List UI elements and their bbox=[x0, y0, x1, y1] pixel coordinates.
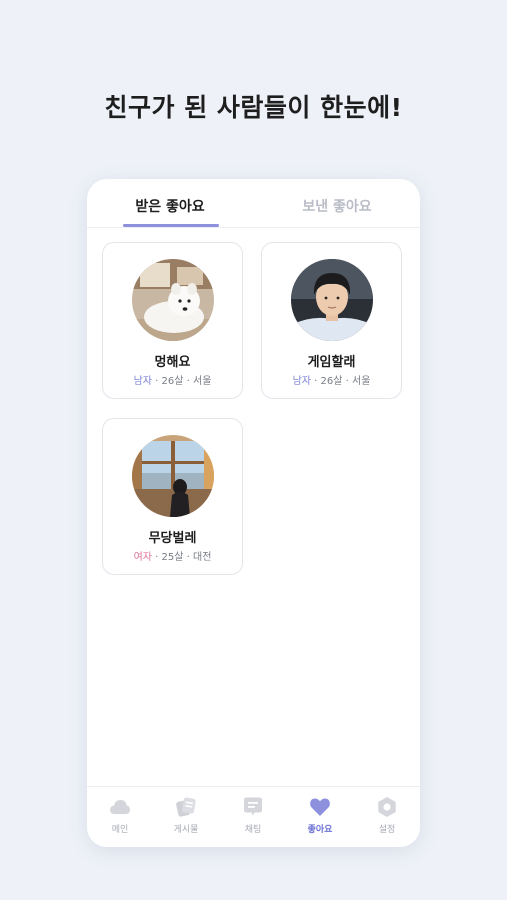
profile-meta: 여자 · 25살 · 대전 bbox=[103, 548, 242, 563]
tab-sent-likes[interactable]: 보낸 좋아요 bbox=[267, 196, 407, 216]
profile-age: 26살 bbox=[320, 376, 343, 387]
nav-label: 설정 bbox=[378, 825, 396, 835]
profile-city: 서울 bbox=[193, 376, 212, 387]
profile-gender: 여자 bbox=[133, 552, 152, 563]
like-tabs: 받은 좋아요 보낸 좋아요 bbox=[87, 179, 420, 228]
nav-item-chat[interactable]: 채팅 bbox=[228, 795, 278, 835]
profile-name: 무당벌레 bbox=[148, 531, 197, 546]
hexagon-settings-icon bbox=[378, 797, 396, 817]
profile-meta: 남자 · 26살 · 서울 bbox=[103, 372, 242, 387]
phone-frame: 받은 좋아요 보낸 좋아요 멍해요 남자 · 26살 · 서울 게임할래 남자 … bbox=[87, 179, 420, 847]
profile-meta: 남자 · 26살 · 서울 bbox=[262, 372, 401, 387]
profile-card[interactable]: 무당벌레 여자 · 25살 · 대전 bbox=[102, 418, 243, 575]
bottom-nav: 메인 게시물 채팅 좋아요 설정 bbox=[87, 786, 420, 847]
meta-separator: · bbox=[155, 376, 159, 387]
nav-label: 채팅 bbox=[244, 825, 262, 835]
profile-gender: 남자 bbox=[133, 376, 152, 387]
posts-icon bbox=[176, 797, 196, 817]
young-man-avatar bbox=[291, 259, 373, 341]
meta-separator: · bbox=[186, 376, 190, 387]
woman-window-avatar bbox=[132, 435, 214, 517]
profile-card[interactable]: 멍해요 남자 · 26살 · 서울 bbox=[102, 242, 243, 399]
profile-age: 26살 bbox=[161, 376, 184, 387]
profile-card[interactable]: 게임할래 남자 · 26살 · 서울 bbox=[261, 242, 402, 399]
samoyed-avatar bbox=[132, 259, 214, 341]
nav-label: 게시물 bbox=[173, 825, 199, 835]
profile-age: 25살 bbox=[161, 552, 184, 563]
nav-item-likes[interactable]: 좋아요 bbox=[295, 795, 345, 835]
nav-label: 메인 bbox=[111, 825, 129, 835]
meta-separator: · bbox=[314, 376, 318, 387]
meta-separator: · bbox=[186, 552, 190, 563]
heart-icon bbox=[310, 798, 330, 816]
page-headline: 친구가 된 사람들이 한눈에! bbox=[104, 93, 403, 122]
profile-gender: 남자 bbox=[292, 376, 311, 387]
profile-city: 대전 bbox=[193, 552, 212, 563]
nav-item-main[interactable]: 메인 bbox=[95, 795, 145, 835]
nav-item-settings[interactable]: 설정 bbox=[362, 795, 412, 835]
chat-icon bbox=[244, 797, 262, 816]
profile-name: 멍해요 bbox=[154, 355, 191, 370]
profile-name: 게임할래 bbox=[307, 355, 356, 370]
tab-received-likes[interactable]: 받은 좋아요 bbox=[100, 196, 240, 216]
nav-item-posts[interactable]: 게시물 bbox=[161, 795, 211, 835]
tab-active-indicator bbox=[123, 224, 219, 227]
meta-separator: · bbox=[155, 552, 159, 563]
nav-label: 좋아요 bbox=[307, 825, 333, 835]
meta-separator: · bbox=[345, 376, 349, 387]
profile-city: 서울 bbox=[352, 376, 371, 387]
cloud-icon bbox=[110, 800, 130, 814]
